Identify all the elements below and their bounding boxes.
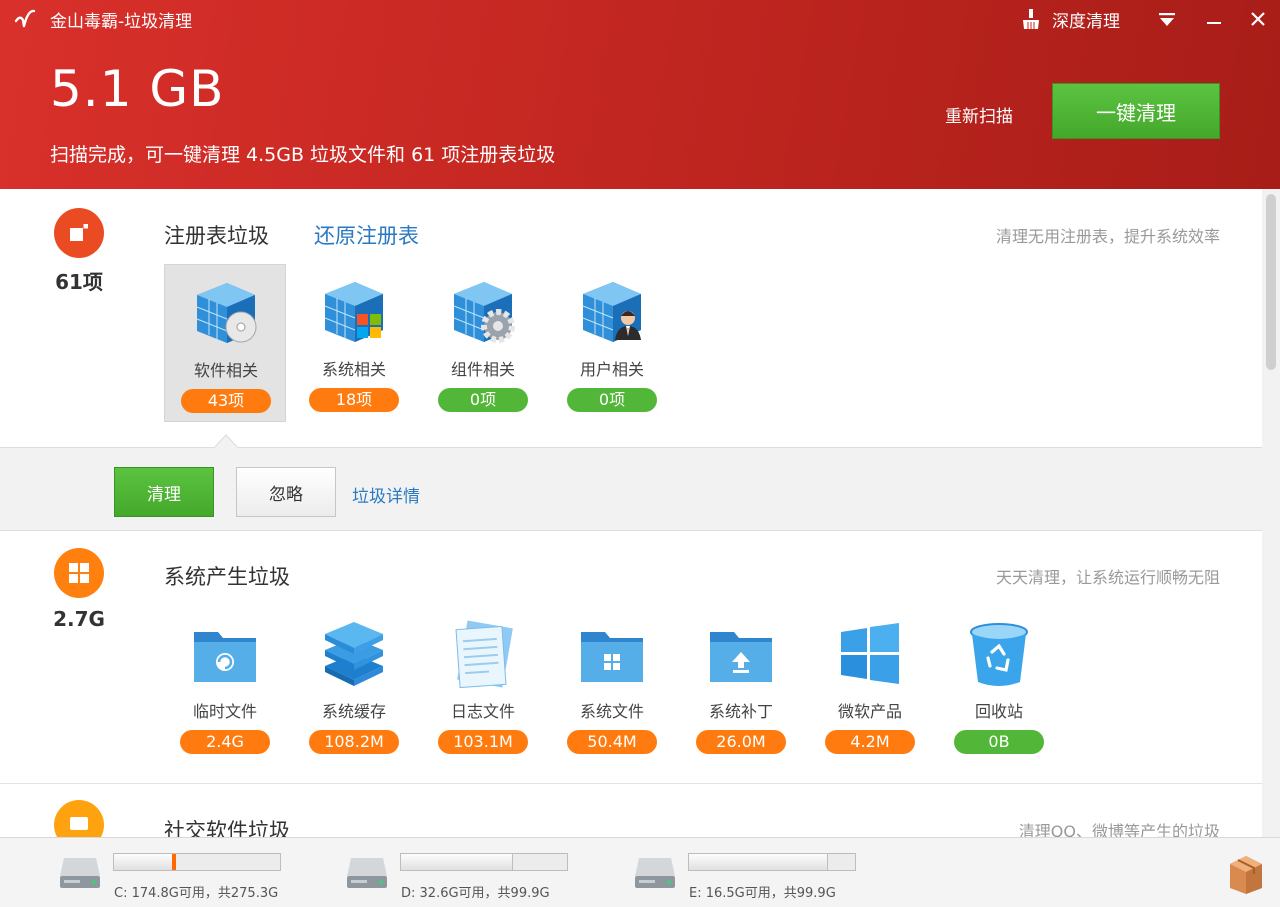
software-registry-icon bbox=[196, 283, 257, 343]
registry-item-software[interactable]: 软件相关 43项 bbox=[164, 264, 286, 422]
system-item-size: 4.2M bbox=[825, 730, 915, 754]
registry-item-system[interactable]: 系统相关 18项 bbox=[293, 264, 415, 420]
temp-folder-icon bbox=[194, 632, 256, 682]
junk-detail-link[interactable]: 垃圾详情 bbox=[352, 482, 420, 507]
component-registry-icon bbox=[453, 282, 515, 343]
registry-item-label: 用户相关 bbox=[579, 360, 644, 379]
minimize-button[interactable] bbox=[1199, 5, 1229, 33]
drive-c-usage-bar bbox=[113, 853, 281, 871]
registry-section-title: 注册表垃圾 bbox=[164, 224, 269, 248]
scan-summary-text: 扫描完成，可一键清理 4.5GB 垃圾文件和 61 项注册表垃圾 bbox=[50, 144, 556, 166]
drive-c-label: C: 174.8G可用，共275.3G bbox=[114, 886, 279, 901]
drive-d-usage-bar bbox=[400, 853, 568, 871]
registry-item-count: 18项 bbox=[309, 388, 399, 412]
windows-logo-icon bbox=[69, 563, 89, 583]
system-item-size: 26.0M bbox=[696, 730, 786, 754]
clean-button[interactable]: 清理 bbox=[114, 467, 214, 517]
registry-item-count: 0项 bbox=[567, 388, 657, 412]
registry-item-user[interactable]: 用户相关 0项 bbox=[551, 264, 673, 420]
restore-registry-link[interactable]: 还原注册表 bbox=[314, 220, 419, 250]
toolbox-icon[interactable] bbox=[1226, 852, 1266, 894]
system-item-size: 0B bbox=[954, 730, 1044, 754]
menu-down-icon bbox=[1159, 13, 1175, 26]
registry-count: 61项 bbox=[55, 270, 103, 294]
drive-d[interactable] bbox=[345, 852, 389, 896]
system-item-size: 108.2M bbox=[309, 730, 399, 754]
duba-logo-icon bbox=[14, 9, 36, 28]
drive-c[interactable] bbox=[58, 852, 102, 896]
log-file-icon bbox=[455, 620, 513, 689]
drive-e-usage-fill bbox=[689, 854, 828, 870]
system-item-label: 系统补丁 bbox=[708, 702, 773, 721]
cache-stack-icon bbox=[325, 622, 383, 686]
ignore-button[interactable]: 忽略 bbox=[236, 467, 336, 517]
registry-section-desc: 清理无用注册表，提升系统效率 bbox=[995, 227, 1220, 246]
registry-item-component[interactable]: 组件相关 0项 bbox=[422, 264, 544, 420]
system-item-logs[interactable]: 日志文件 103.1M bbox=[422, 606, 544, 762]
section-divider bbox=[0, 783, 1262, 784]
menu-dropdown-button[interactable] bbox=[1152, 5, 1182, 33]
system-item-sysfiles[interactable]: 系统文件 50.4M bbox=[551, 606, 673, 762]
registry-item-label: 软件相关 bbox=[193, 361, 258, 380]
close-icon bbox=[1251, 12, 1265, 26]
system-item-label: 回收站 bbox=[974, 702, 1023, 721]
system-item-cache[interactable]: 系统缓存 108.2M bbox=[293, 606, 415, 762]
close-button[interactable] bbox=[1243, 5, 1273, 33]
registry-item-label: 系统相关 bbox=[321, 360, 386, 379]
hard-drive-icon bbox=[635, 858, 675, 888]
drive-e-usage-bar bbox=[688, 853, 856, 871]
drive-c-usage-marker bbox=[171, 854, 176, 870]
total-junk-size: 5.1 GB bbox=[50, 60, 225, 118]
system-item-microsoft[interactable]: 微软产品 4.2M bbox=[809, 606, 931, 762]
system-item-label: 系统文件 bbox=[579, 702, 644, 721]
system-item-temp[interactable]: 临时文件 2.4G bbox=[164, 606, 286, 762]
drive-e-label: E: 16.5G可用，共99.9G bbox=[689, 886, 836, 901]
system-section-title: 系统产生垃圾 bbox=[164, 565, 290, 589]
windows-logo-icon bbox=[841, 623, 899, 684]
system-item-label: 日志文件 bbox=[450, 702, 515, 721]
scrollbar-thumb[interactable] bbox=[1266, 194, 1276, 370]
recycle-bin-icon bbox=[970, 623, 1028, 686]
one-click-clean-button[interactable]: 一键清理 bbox=[1052, 83, 1220, 139]
system-item-size: 50.4M bbox=[567, 730, 657, 754]
system-folder-icon bbox=[581, 632, 643, 682]
system-item-patches[interactable]: 系统补丁 26.0M bbox=[680, 606, 802, 762]
system-item-label: 系统缓存 bbox=[321, 702, 386, 721]
system-registry-icon bbox=[324, 282, 383, 342]
drive-e[interactable] bbox=[633, 852, 677, 896]
rescan-link[interactable]: 重新扫描 bbox=[945, 102, 1013, 127]
registry-cube-icon bbox=[70, 224, 88, 241]
hard-drive-icon bbox=[60, 858, 100, 888]
registry-item-label: 组件相关 bbox=[450, 360, 515, 379]
drive-c-usage-fill bbox=[114, 854, 175, 870]
minimize-icon bbox=[1207, 22, 1221, 24]
broom-icon bbox=[1023, 9, 1039, 29]
registry-item-count: 43项 bbox=[181, 389, 271, 413]
drive-d-label: D: 32.6G可用，共99.9G bbox=[401, 886, 550, 901]
user-registry-icon bbox=[582, 282, 641, 342]
hard-drive-icon bbox=[347, 858, 387, 888]
deep-clean-label: 深度清理 bbox=[1052, 11, 1120, 32]
system-section-icon bbox=[54, 548, 104, 598]
chat-bubble-icon bbox=[70, 817, 88, 830]
system-section-desc: 天天清理，让系统运行顺畅无阻 bbox=[995, 568, 1220, 587]
system-junk-size: 2.7G bbox=[53, 607, 105, 631]
system-item-recycle[interactable]: 回收站 0B bbox=[938, 606, 1060, 762]
registry-item-count: 0项 bbox=[438, 388, 528, 412]
drive-d-usage-fill bbox=[401, 854, 513, 870]
window-title: 金山毒霸-垃圾清理 bbox=[50, 12, 193, 32]
system-item-size: 2.4G bbox=[180, 730, 270, 754]
selection-pointer-arrow bbox=[214, 434, 238, 449]
deep-clean-button[interactable]: 深度清理 bbox=[1020, 5, 1120, 33]
header-banner: 金山毒霸-垃圾清理 深度清理 5.1 GB 扫描完成，可一键清理 4.5GB 垃… bbox=[0, 0, 1280, 189]
registry-section-icon bbox=[54, 208, 104, 258]
patch-folder-icon bbox=[710, 632, 772, 682]
system-item-label: 临时文件 bbox=[192, 702, 257, 721]
system-item-label: 微软产品 bbox=[837, 702, 902, 721]
system-item-size: 103.1M bbox=[438, 730, 528, 754]
